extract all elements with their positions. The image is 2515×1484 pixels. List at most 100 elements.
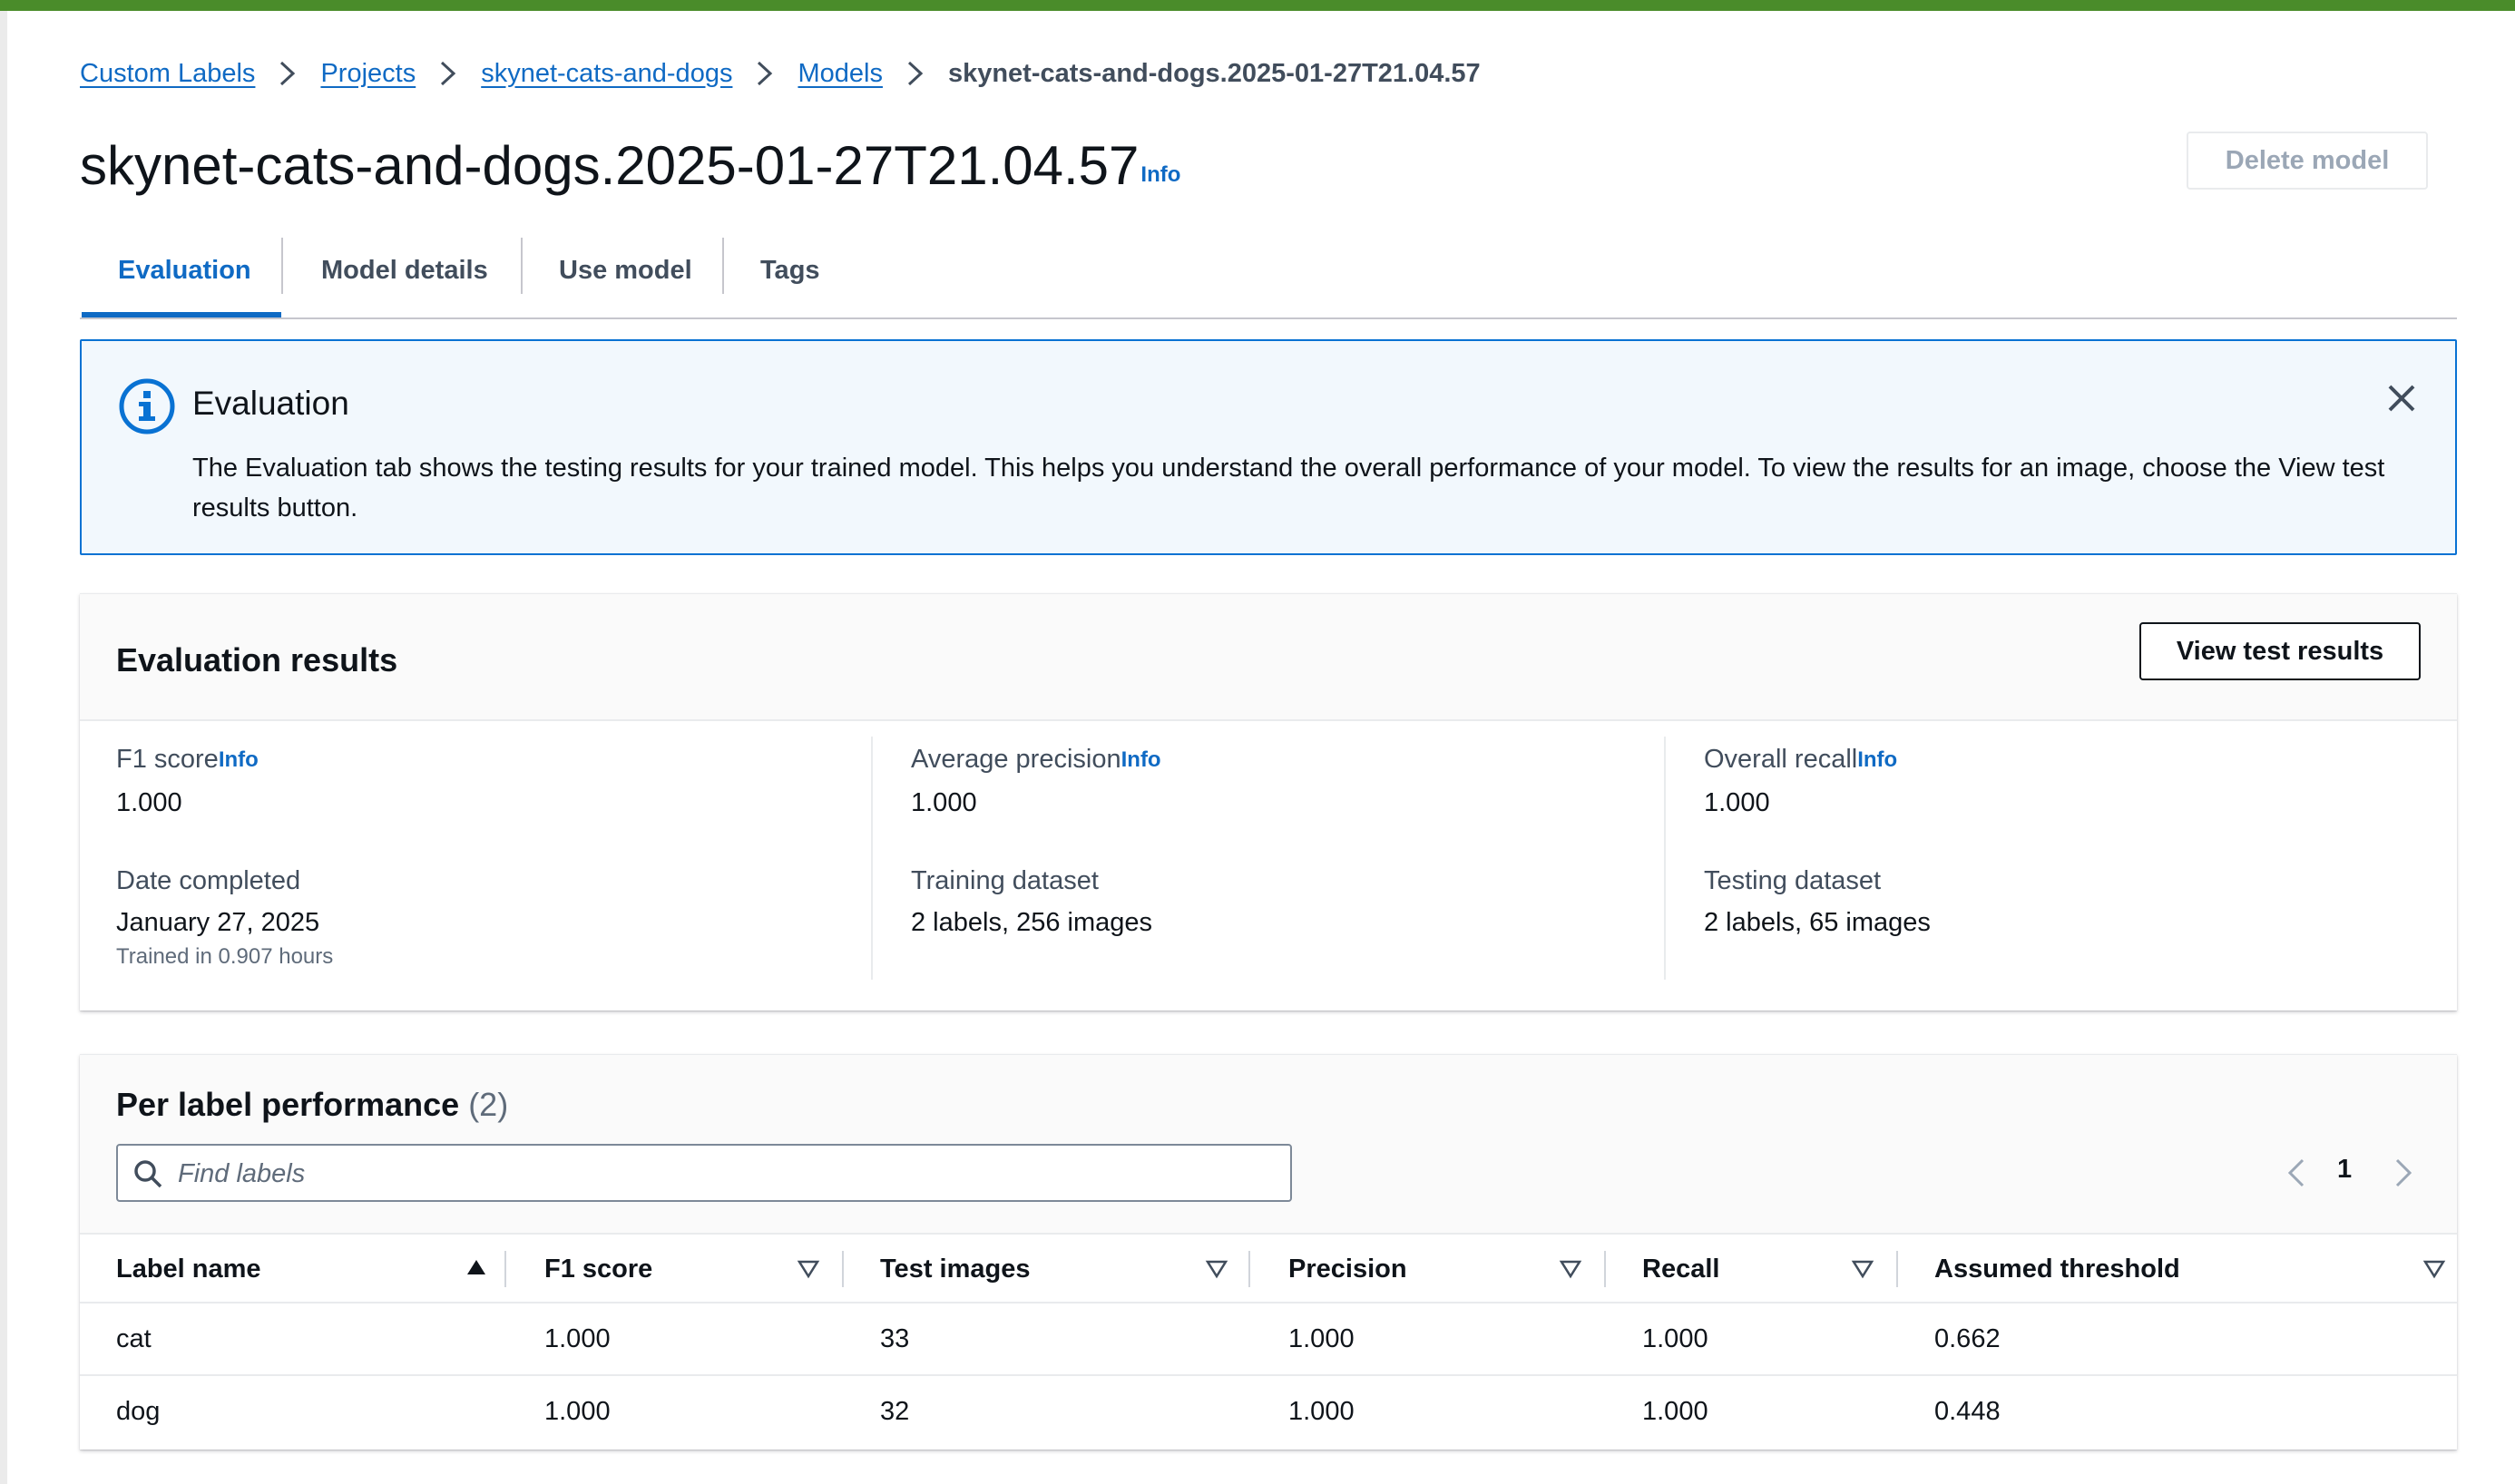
left-edge-divider [0,11,7,1484]
tab-divider [722,238,724,294]
metric-column-2: Average precision Info 1.000 Training dat… [911,745,1664,975]
chevron-left-icon[interactable] [2279,1155,2315,1191]
column-divider [1896,1251,1898,1287]
find-labels-input[interactable] [176,1149,1277,1198]
tab-divider [281,238,283,294]
view-test-results-button[interactable]: View test results [2139,622,2421,680]
chevron-right-icon [428,55,468,92]
sort-icon[interactable] [1849,1255,1876,1282]
date-completed-label: Date completed [116,866,301,895]
column-divider [842,1251,844,1287]
cell-assumed-threshold: 0.448 [1934,1396,2001,1426]
testing-dataset-value: 2 labels, 65 images [1704,908,1931,937]
column-header-test-images[interactable]: Test images [880,1235,1030,1303]
page-number[interactable]: 1 [2337,1155,2352,1185]
f1-score-value: 1.000 [116,788,182,817]
cell-recall: 1.000 [1642,1323,1708,1353]
cell-assumed-threshold: 0.662 [1934,1323,2001,1353]
tab-list: Evaluation Model details Use model Tags [80,225,2457,319]
page-title-info-link[interactable]: Info [1140,162,1180,188]
cell-f1-score: 1.000 [544,1323,611,1353]
sort-icon[interactable] [2421,1255,2448,1282]
top-accent-bar [0,0,2515,11]
overall-recall-info-link[interactable]: Info [1857,747,1897,773]
table-row: cat 1.000 33 1.000 1.000 0.662 [80,1303,2457,1376]
cell-label-name: dog [116,1396,161,1426]
cell-label-name: cat [116,1323,152,1353]
breadcrumb-projects[interactable]: Projects [320,59,416,89]
alert-text: The Evaluation tab shows the testing res… [192,454,2385,522]
testing-dataset-label: Testing dataset [1704,866,1882,895]
pagination: 1 [2279,1142,2433,1206]
column-header-precision[interactable]: Precision [1288,1235,1407,1303]
sort-ascending-icon[interactable] [463,1255,490,1282]
cell-test-images: 32 [880,1396,910,1426]
overall-recall-label-text: Overall recall [1704,745,1858,774]
table-header: Label name F1 score Test images Precisio… [80,1233,2457,1303]
evaluation-results-title: Evaluation results [116,641,398,679]
tab-evaluation[interactable]: Evaluation [118,225,251,316]
breadcrumb-models[interactable]: Models [798,59,883,89]
table-row: dog 1.000 32 1.000 1.000 0.448 [80,1376,2457,1449]
metric-column-1: F1 score Info 1.000 Date completed Januar… [116,745,869,975]
info-circle-icon [119,378,175,434]
breadcrumb-custom-labels[interactable]: Custom Labels [80,59,255,89]
f1-score-label-text: F1 score [116,745,219,774]
overall-recall-label: Overall recall Info [1704,745,1897,775]
evaluation-results-container: Evaluation results F1 score Info 1.000 Da… [80,593,2457,1010]
cell-recall: 1.000 [1642,1396,1708,1426]
evaluation-info-alert: Evaluation The Evaluation tab shows the … [80,339,2457,555]
per-label-count: (2) [468,1086,509,1123]
training-dataset-label: Training dataset [911,866,1099,895]
trained-in-text: Trained in 0.907 hours [116,944,334,969]
alert-title: Evaluation [192,385,349,422]
search-icon [134,1160,162,1188]
sort-icon[interactable] [1557,1255,1584,1282]
page-title-text: skynet-cats-and-dogs.2025-01-27T21.04.57 [80,135,1140,196]
average-precision-label-text: Average precision [911,745,1121,774]
cell-precision: 1.000 [1288,1396,1355,1426]
breadcrumb-current: skynet-cats-and-dogs.2025-01-27T21.04.57 [947,58,1481,88]
column-header-f1-score[interactable]: F1 score [544,1235,652,1303]
tab-divider [521,238,523,294]
page-title: skynet-cats-and-dogs.2025-01-27T21.04.57… [80,134,1180,197]
per-label-performance-container: Per label performance (2) 1 [80,1054,2457,1450]
f1-score-info-link[interactable]: Info [219,747,259,773]
average-precision-info-link[interactable]: Info [1121,747,1161,773]
tab-use-model[interactable]: Use model [559,225,692,316]
tab-tags[interactable]: Tags [760,225,820,316]
column-header-label-name[interactable]: Label name [116,1235,261,1303]
column-divider [504,1251,506,1287]
evaluation-results-header: Evaluation results [80,594,2457,721]
chevron-right-icon[interactable] [2384,1155,2421,1191]
column-header-recall[interactable]: Recall [1642,1235,1719,1303]
cell-test-images: 33 [880,1323,910,1353]
sort-icon[interactable] [795,1255,822,1282]
breadcrumb-project[interactable]: skynet-cats-and-dogs [481,59,732,89]
breadcrumb: Custom Labels Projects skynet-cats-and-d… [80,51,1481,96]
column-divider [871,737,873,980]
column-header-assumed-threshold[interactable]: Assumed threshold [1934,1235,2180,1303]
date-completed-value: January 27, 2025 [116,908,320,937]
chevron-right-icon [895,55,935,92]
per-label-performance-title: Per label performance (2) [116,1086,508,1124]
cell-f1-score: 1.000 [544,1396,611,1426]
close-icon[interactable] [2384,381,2419,415]
per-label-title-text: Per label performance [116,1086,460,1123]
sort-icon[interactable] [1203,1255,1230,1282]
find-labels-search [116,1144,1292,1202]
per-label-performance-header: Per label performance (2) 1 [80,1055,2457,1233]
column-divider [1604,1251,1606,1287]
column-divider [1248,1251,1250,1287]
f1-score-label: F1 score Info [116,745,259,775]
active-tab-indicator [82,312,281,317]
tab-model-details[interactable]: Model details [321,225,488,316]
cell-precision: 1.000 [1288,1323,1355,1353]
training-dataset-value: 2 labels, 256 images [911,908,1152,937]
average-precision-value: 1.000 [911,788,977,817]
chevron-right-icon [268,55,308,92]
delete-model-button[interactable]: Delete model [2187,132,2428,190]
average-precision-label: Average precision Info [911,745,1161,775]
overall-recall-value: 1.000 [1704,788,1770,817]
column-divider [1664,737,1666,980]
